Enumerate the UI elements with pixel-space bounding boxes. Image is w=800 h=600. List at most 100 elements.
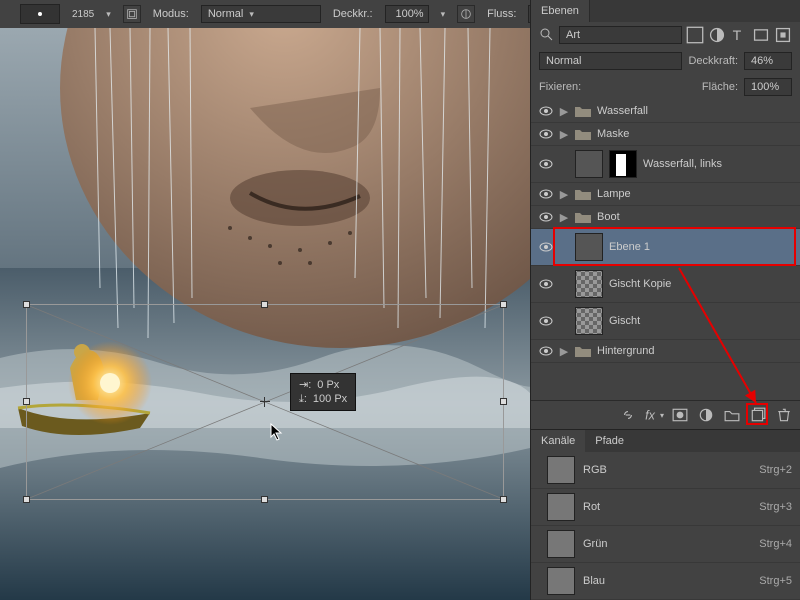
layer-row[interactable]: ▶ Wasserfall — [531, 100, 800, 123]
fill-label: Fläche: — [702, 81, 738, 93]
layer-name[interactable]: Wasserfall, links — [643, 158, 722, 170]
transform-handle[interactable] — [261, 496, 268, 503]
transform-handle[interactable] — [500, 301, 507, 308]
cursor-icon — [270, 423, 284, 441]
link-layers-icon[interactable] — [620, 407, 636, 423]
opacity-input[interactable] — [385, 5, 429, 23]
channel-row[interactable]: RGB Strg+2 — [531, 452, 800, 489]
visibility-icon[interactable] — [539, 157, 553, 171]
disclosure-icon[interactable]: ▶ — [559, 128, 569, 141]
filter-type-icon[interactable]: T — [730, 26, 748, 44]
layer-name[interactable]: Lampe — [597, 188, 631, 200]
layer-opacity-input[interactable]: 46% — [744, 52, 792, 70]
chevron-down-icon[interactable] — [106, 8, 111, 20]
layer-row[interactable]: ▶ Maske — [531, 123, 800, 146]
brush-panel-icon[interactable] — [123, 5, 141, 23]
lock-label: Fixieren: — [539, 81, 581, 93]
channel-shortcut: Strg+3 — [759, 501, 792, 513]
folder-icon — [575, 344, 591, 358]
layer-name[interactable]: Boot — [597, 211, 620, 223]
channel-shortcut: Strg+2 — [759, 464, 792, 476]
visibility-icon[interactable] — [539, 344, 553, 358]
layer-name[interactable]: Ebene 1 — [609, 241, 650, 253]
disclosure-icon[interactable]: ▶ — [559, 188, 569, 201]
fill-input[interactable]: 100% — [744, 78, 792, 96]
flow-label: Fluss: — [487, 8, 516, 20]
layer-thumbnail[interactable] — [575, 307, 603, 335]
folder-icon — [575, 187, 591, 201]
visibility-icon[interactable] — [539, 240, 553, 254]
layer-name[interactable]: Wasserfall — [597, 105, 648, 117]
folder-icon — [575, 104, 591, 118]
filter-adjust-icon[interactable] — [708, 26, 726, 44]
transform-handle[interactable] — [500, 496, 507, 503]
layer-name[interactable]: Hintergrund — [597, 345, 654, 357]
add-mask-icon[interactable] — [672, 407, 688, 423]
mode-label: Modus: — [153, 8, 189, 20]
filter-kind-select[interactable]: Art — [559, 26, 682, 44]
channel-row[interactable]: Grün Strg+4 — [531, 526, 800, 563]
transform-handle[interactable] — [500, 398, 507, 405]
transform-handle[interactable] — [23, 398, 30, 405]
layer-name[interactable]: Maske — [597, 128, 629, 140]
layer-row[interactable]: Ebene 1 — [531, 229, 800, 266]
delete-layer-icon[interactable] — [776, 407, 792, 423]
transform-handle[interactable] — [261, 301, 268, 308]
layer-thumbnail[interactable] — [575, 233, 603, 261]
filter-smart-icon[interactable] — [774, 26, 792, 44]
mask-thumbnail[interactable] — [609, 150, 637, 178]
channels-tabs: Kanäle Pfade — [531, 429, 800, 452]
layer-name[interactable]: Gischt — [609, 315, 640, 327]
blend-mode-select[interactable]: Normal — [201, 5, 321, 23]
layer-name[interactable]: Gischt Kopie — [609, 278, 671, 290]
transform-center-icon[interactable] — [260, 397, 270, 407]
channels-list: RGB Strg+2 Rot Strg+3 Grün Strg+4 Blau S… — [531, 452, 800, 600]
visibility-icon[interactable] — [539, 187, 553, 201]
tab-channels[interactable]: Kanäle — [531, 430, 585, 452]
filter-shape-icon[interactable] — [752, 26, 770, 44]
channel-row[interactable]: Blau Strg+5 — [531, 563, 800, 600]
layer-row[interactable]: Gischt — [531, 303, 800, 340]
channel-name: Grün — [583, 538, 607, 550]
disclosure-icon[interactable]: ▶ — [559, 345, 569, 358]
layers-list: ▶ Wasserfall ▶ Maske Wasserfall, links ▶ Lampe… — [531, 100, 800, 400]
right-panel: Ebenen Art T Normal Deckkraft: 46% Fixie… — [530, 0, 800, 600]
layer-style-icon[interactable]: fx▾ — [646, 407, 662, 423]
brush-preview[interactable] — [20, 4, 60, 24]
layer-row[interactable]: ▶ Boot — [531, 206, 800, 229]
disclosure-icon[interactable]: ▶ — [559, 211, 569, 224]
layer-row[interactable]: ▶ Hintergrund — [531, 340, 800, 363]
svg-text:T: T — [733, 27, 742, 43]
channel-thumbnail[interactable] — [547, 530, 575, 558]
visibility-icon[interactable] — [539, 210, 553, 224]
disclosure-icon[interactable]: ▶ — [559, 105, 569, 118]
chevron-down-icon[interactable] — [441, 8, 446, 20]
channel-thumbnail[interactable] — [547, 567, 575, 595]
visibility-icon[interactable] — [539, 104, 553, 118]
new-group-icon[interactable] — [724, 407, 740, 423]
tab-layers[interactable]: Ebenen — [531, 0, 590, 22]
channel-row[interactable]: Rot Strg+3 — [531, 489, 800, 526]
layer-thumbnail[interactable] — [575, 270, 603, 298]
filter-pixel-icon[interactable] — [686, 26, 704, 44]
visibility-icon[interactable] — [539, 314, 553, 328]
channel-thumbnail[interactable] — [547, 493, 575, 521]
tab-paths[interactable]: Pfade — [585, 430, 634, 452]
brush-size-value[interactable]: 2185 — [72, 9, 94, 20]
layer-blend-select[interactable]: Normal — [539, 52, 682, 70]
visibility-icon[interactable] — [539, 277, 553, 291]
visibility-icon[interactable] — [539, 127, 553, 141]
new-layer-icon[interactable] — [750, 407, 766, 423]
channel-thumbnail[interactable] — [547, 456, 575, 484]
blend-opacity-row: Normal Deckkraft: 46% — [531, 48, 800, 74]
free-transform-bounding-box[interactable] — [26, 304, 504, 500]
pressure-opacity-icon[interactable] — [457, 5, 475, 23]
layer-row[interactable]: Wasserfall, links — [531, 146, 800, 183]
document-canvas[interactable]: ⇥:0 Px ⤓:100 Px — [0, 28, 530, 600]
layer-row[interactable]: Gischt Kopie — [531, 266, 800, 303]
layer-row[interactable]: ▶ Lampe — [531, 183, 800, 206]
layer-thumbnail[interactable] — [575, 150, 603, 178]
new-adjustment-icon[interactable] — [698, 407, 714, 423]
transform-handle[interactable] — [23, 301, 30, 308]
transform-handle[interactable] — [23, 496, 30, 503]
